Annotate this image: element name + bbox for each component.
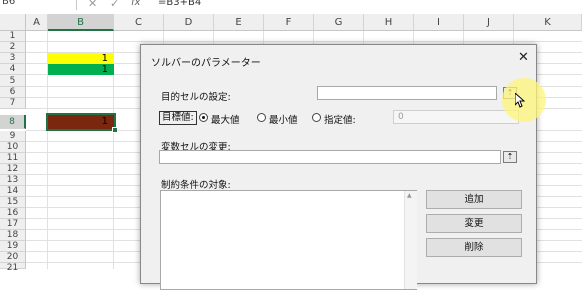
changing-cells-ref-button[interactable]: ⇡ [503, 151, 517, 163]
solver-parameters-dialog: ソルバーのパラメーター ✕ 目的セルの設定: ⇡ 目標値: 最大値 最小値 指定… [140, 44, 537, 290]
fill-handle[interactable] [112, 127, 118, 133]
delete-button[interactable]: 削除 [426, 238, 522, 257]
change-button[interactable]: 変更 [426, 214, 522, 233]
list-scrollbar[interactable]: ▲ [404, 191, 417, 289]
objective-label: 目的セルの設定: [161, 92, 231, 103]
row-header-2[interactable]: 2 [0, 42, 26, 53]
constraints-label: 制約条件の対象: [161, 180, 231, 191]
col-header-a[interactable]: A [26, 14, 48, 31]
formula-bar: B6 ✕ ✓ fx =B3+B4 [0, 0, 582, 15]
row-header-4[interactable]: 4 [0, 64, 26, 75]
dialog-title: ソルバーのパラメーター [151, 58, 261, 69]
col-header-i[interactable]: I [414, 14, 464, 31]
close-icon[interactable]: ✕ [518, 50, 529, 65]
col-header-g[interactable]: G [314, 14, 364, 31]
formula-bar-separator [76, 0, 77, 10]
collapse-dialog-icon: ⇡ [506, 152, 514, 161]
col-header-d[interactable]: D [164, 14, 214, 31]
row-header-1[interactable]: 1 [0, 31, 26, 42]
row-header-13[interactable]: 13 [0, 175, 26, 186]
col-header-e[interactable]: E [214, 14, 264, 31]
col-header-c[interactable]: C [114, 14, 164, 31]
row-header-11[interactable]: 11 [0, 153, 26, 164]
col-header-k[interactable]: K [514, 14, 582, 31]
cell-b4[interactable]: 1 [48, 64, 114, 75]
name-box[interactable]: B6 [2, 0, 62, 10]
enter-icon[interactable]: ✓ [110, 0, 119, 10]
radio-min-label[interactable]: 最小値 [269, 112, 298, 126]
row-header-7[interactable]: 7 [0, 98, 26, 109]
col-header-b[interactable]: B [48, 14, 114, 31]
objective-cell-input[interactable] [317, 86, 497, 100]
row-header-15[interactable]: 15 [0, 197, 26, 208]
grid-line [26, 41, 582, 42]
mouse-cursor-icon [514, 91, 526, 111]
row-header-9[interactable]: 9 [0, 131, 26, 142]
row-header-21[interactable]: 21 [0, 263, 26, 273]
row-header-3[interactable]: 3 [0, 53, 26, 64]
col-header-j[interactable]: J [464, 14, 514, 31]
row-header-14[interactable]: 14 [0, 186, 26, 197]
constraints-list[interactable]: ▲ [160, 190, 417, 290]
row-header-5[interactable]: 5 [0, 75, 26, 87]
radio-value-label[interactable]: 指定値: [324, 112, 356, 126]
scroll-up-icon[interactable]: ▲ [407, 192, 412, 199]
row-header-12[interactable]: 12 [0, 164, 26, 175]
row-header-16[interactable]: 16 [0, 208, 26, 219]
row-header-6[interactable]: 6 [0, 87, 26, 98]
target-label: 目標値: [159, 111, 197, 125]
cell-b3[interactable]: 1 [48, 53, 114, 64]
col-header-h[interactable]: H [364, 14, 414, 31]
radio-value[interactable] [312, 113, 321, 122]
cell-b6-selected[interactable]: 1 [46, 113, 116, 131]
formula-input[interactable]: =B3+B4 [158, 0, 201, 8]
col-header-f[interactable]: F [264, 14, 314, 31]
cancel-icon[interactable]: ✕ [88, 0, 97, 10]
radio-min[interactable] [257, 113, 266, 122]
radio-max[interactable] [199, 113, 208, 122]
radio-max-label[interactable]: 最大値 [211, 112, 240, 126]
changing-cells-input[interactable] [159, 150, 501, 164]
value-input[interactable]: 0 [393, 110, 519, 124]
insert-function-icon[interactable]: fx [131, 0, 140, 8]
row-header-17[interactable]: 17 [0, 219, 26, 230]
row-header-8[interactable]: 8 [0, 115, 26, 129]
add-button[interactable]: 追加 [426, 190, 522, 209]
row-header-10[interactable]: 10 [0, 142, 26, 153]
row-header-20[interactable]: 20 [0, 252, 26, 263]
row-header-19[interactable]: 19 [0, 241, 26, 252]
row-header-18[interactable]: 18 [0, 230, 26, 241]
select-all-corner[interactable] [0, 14, 26, 31]
